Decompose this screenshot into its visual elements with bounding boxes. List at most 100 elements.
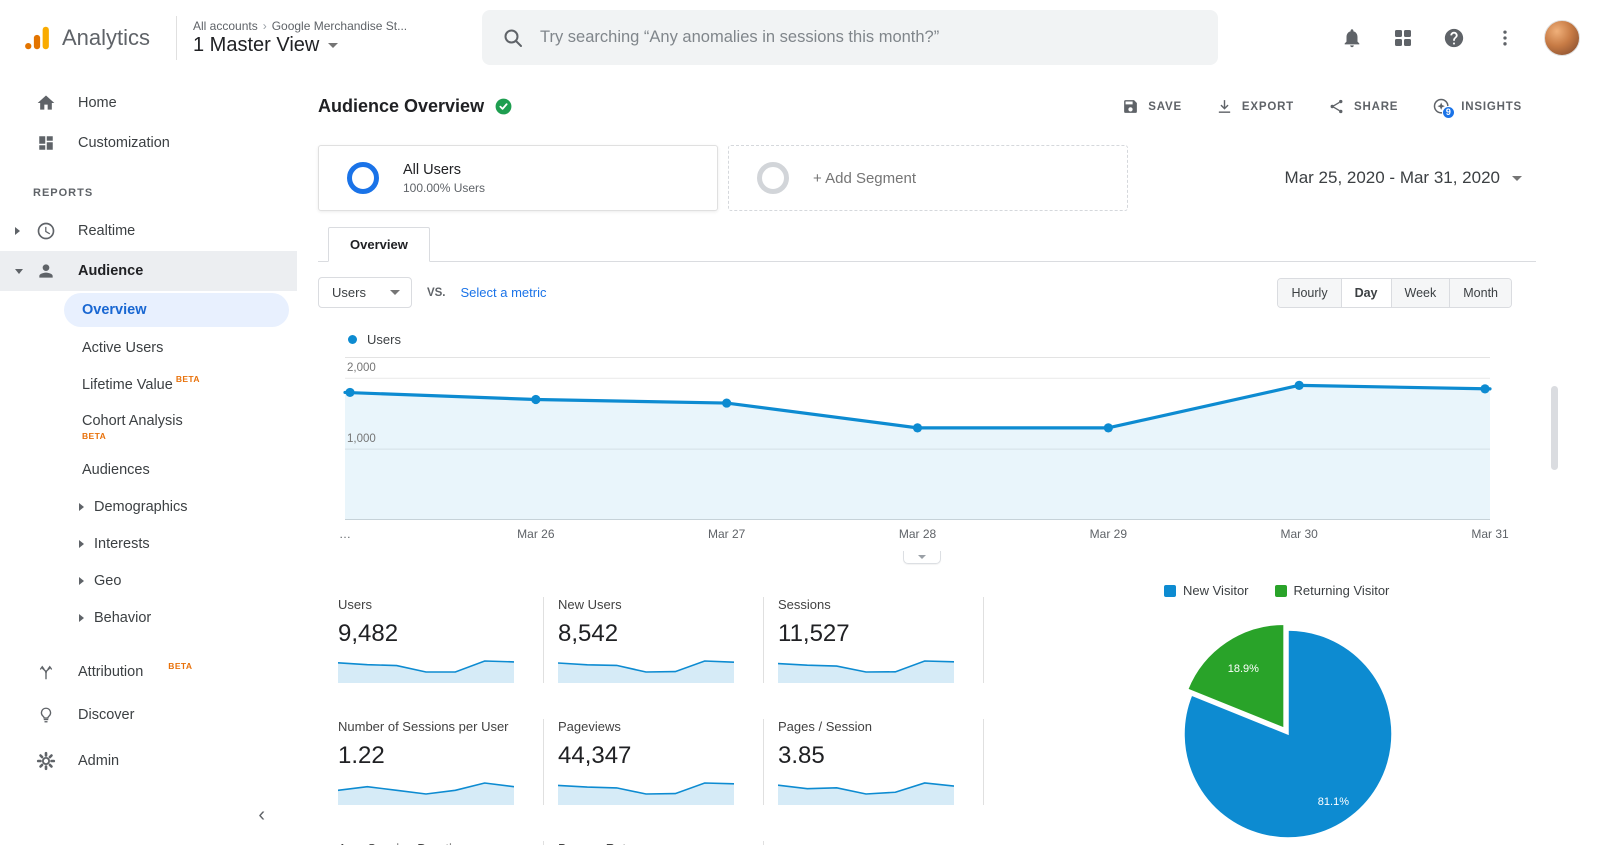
person-icon: [36, 261, 56, 281]
sidebar-item-realtime[interactable]: Realtime: [0, 211, 297, 251]
beta-badge: BETA: [82, 431, 107, 441]
download-icon: [1218, 100, 1231, 113]
export-button[interactable]: EXPORT: [1216, 98, 1294, 115]
granularity-switcher: Hourly Day Week Month: [1277, 277, 1512, 308]
x-axis-tick-label: Mar 29: [1089, 527, 1128, 541]
more-menu-icon[interactable]: [1493, 26, 1517, 50]
stat-card-users: Users 9,482: [338, 597, 544, 683]
svg-text:81.1%: 81.1%: [1318, 796, 1349, 808]
sidebar-item-audiences[interactable]: Audiences: [0, 451, 297, 488]
sidebar-item-label: Lifetime Value: [82, 376, 173, 393]
sidebar-item-behavior[interactable]: Behavior: [0, 599, 297, 636]
sidebar-item-label: Audiences: [82, 461, 150, 478]
chevron-down-icon: [15, 268, 23, 274]
verified-badge-icon: [494, 97, 513, 116]
search-input[interactable]: [540, 28, 1198, 47]
sparkline: [778, 782, 954, 805]
notifications-bell-icon[interactable]: [1340, 26, 1364, 50]
sidebar-item-label: Realtime: [78, 223, 136, 239]
sidebar-item-label: Overview: [82, 302, 147, 318]
gear-icon: [36, 751, 56, 771]
sidebar-item-label: Interests: [94, 535, 150, 552]
vs-label: VS.: [426, 286, 446, 299]
sidebar-item-audience[interactable]: Audience: [0, 251, 297, 291]
chart-legend: Users: [348, 332, 1600, 347]
segment-all-users[interactable]: All Users 100.00% Users: [318, 145, 718, 211]
sidebar-item-admin[interactable]: Admin: [0, 738, 297, 784]
chart-annotations-expander[interactable]: [903, 551, 941, 564]
view-name[interactable]: 1 Master View: [193, 34, 319, 57]
select-metric-link[interactable]: Select a metric: [461, 285, 547, 300]
avatar[interactable]: [1544, 19, 1580, 56]
save-button[interactable]: SAVE: [1122, 98, 1182, 115]
sidebar-item-active-users[interactable]: Active Users: [0, 329, 297, 366]
main-content: Audience Overview SAVE EXPORT SHARE 9 IN…: [297, 75, 1600, 845]
apps-grid-icon[interactable]: [1391, 26, 1415, 50]
breadcrumb-all-accounts[interactable]: All accounts: [193, 19, 258, 33]
sparkline: [558, 660, 734, 683]
chevron-down-icon: [1512, 175, 1522, 181]
add-segment-button[interactable]: + Add Segment: [728, 145, 1128, 211]
breadcrumb: All accounts › Google Merchandise St...: [193, 19, 407, 33]
share-button[interactable]: SHARE: [1328, 98, 1398, 115]
visitor-type-pie-chart[interactable]: 81.1% 18.9%: [1172, 616, 1404, 845]
sparkline: [778, 660, 954, 683]
analytics-logo-icon: [25, 26, 49, 49]
sidebar-item-label: Audience: [78, 263, 144, 279]
granularity-week-button[interactable]: Week: [1390, 278, 1450, 307]
metric-dropdown[interactable]: Users: [318, 277, 412, 308]
sidebar-item-demographics[interactable]: Demographics: [0, 488, 297, 525]
home-icon: [36, 93, 56, 113]
granularity-day-button[interactable]: Day: [1340, 278, 1391, 307]
sidebar-item-customization[interactable]: Customization: [0, 123, 297, 163]
breadcrumb-property[interactable]: Google Merchandise St...: [272, 19, 407, 33]
granularity-month-button[interactable]: Month: [1449, 278, 1511, 307]
x-axis-tick-label: …: [339, 527, 351, 541]
analytics-home-link[interactable]: Analytics: [0, 23, 176, 53]
search-bar[interactable]: [482, 10, 1218, 65]
svg-text:18.9%: 18.9%: [1228, 663, 1259, 675]
granularity-hourly-button[interactable]: Hourly: [1278, 278, 1341, 307]
stat-card-pageviews: Pageviews 44,347: [544, 719, 764, 805]
x-axis-tick-label: Mar 27: [707, 527, 746, 541]
sidebar-item-home[interactable]: Home: [0, 83, 297, 123]
users-line-chart[interactable]: … Mar 26 Mar 27 Mar 28 Mar 29 Mar 30 Mar 31 1,…: [339, 357, 1509, 547]
lightbulb-icon: [36, 706, 56, 724]
chevron-right-icon: [79, 539, 84, 548]
chevron-right-icon: [15, 227, 20, 235]
chevron-right-icon: ›: [262, 18, 267, 33]
chevron-right-icon: [79, 613, 84, 622]
sidebar-item-geo[interactable]: Geo: [0, 562, 297, 599]
sidebar-item-interests[interactable]: Interests: [0, 525, 297, 562]
help-icon[interactable]: [1442, 26, 1466, 50]
stat-card-new-users: New Users 8,542: [544, 597, 764, 683]
chevron-down-icon: [918, 555, 926, 559]
sidebar-item-label: Discover: [78, 707, 135, 723]
sidebar-item-overview[interactable]: Overview: [64, 293, 289, 327]
tab-bar: Overview: [318, 227, 1536, 262]
x-axis: … Mar 26 Mar 27 Mar 28 Mar 29 Mar 30 Mar 31: [339, 527, 1509, 547]
sparkline: [558, 782, 734, 805]
x-axis-tick-label: Mar 28: [898, 527, 937, 541]
tab-overview[interactable]: Overview: [328, 227, 430, 262]
sidebar-collapse-button[interactable]: ‹: [250, 800, 273, 831]
sparkline: [338, 782, 514, 805]
sidebar-item-label: Home: [78, 95, 117, 111]
stat-card-avg-session-duration: Avg. Session Duration: [338, 841, 544, 845]
sidebar-item-label: Attribution: [78, 664, 144, 680]
sidebar-item-discover[interactable]: Discover: [0, 692, 297, 738]
account-switcher[interactable]: All accounts › Google Merchandise St... …: [193, 19, 407, 57]
scrollbar-thumb[interactable]: [1551, 386, 1558, 470]
beta-badge: BETA: [175, 373, 200, 384]
sidebar-item-label: Behavior: [94, 609, 152, 626]
segment-ring-icon: [757, 162, 789, 194]
date-range-picker[interactable]: Mar 25, 2020 - Mar 31, 2020: [1285, 168, 1522, 188]
segment-subtitle: 100.00% Users: [403, 180, 486, 195]
insights-button[interactable]: 9 INSIGHTS: [1432, 97, 1522, 119]
sidebar-item-cohort-analysis[interactable]: Cohort Analysis BETA: [0, 403, 297, 451]
sparkline: [338, 660, 514, 683]
sidebar-item-attribution[interactable]: Attribution BETA: [0, 652, 297, 692]
sidebar-item-lifetime-value[interactable]: Lifetime Value BETA: [0, 366, 297, 403]
reports-section-label: REPORTS: [33, 187, 94, 199]
legend-dot-icon: [348, 335, 357, 344]
